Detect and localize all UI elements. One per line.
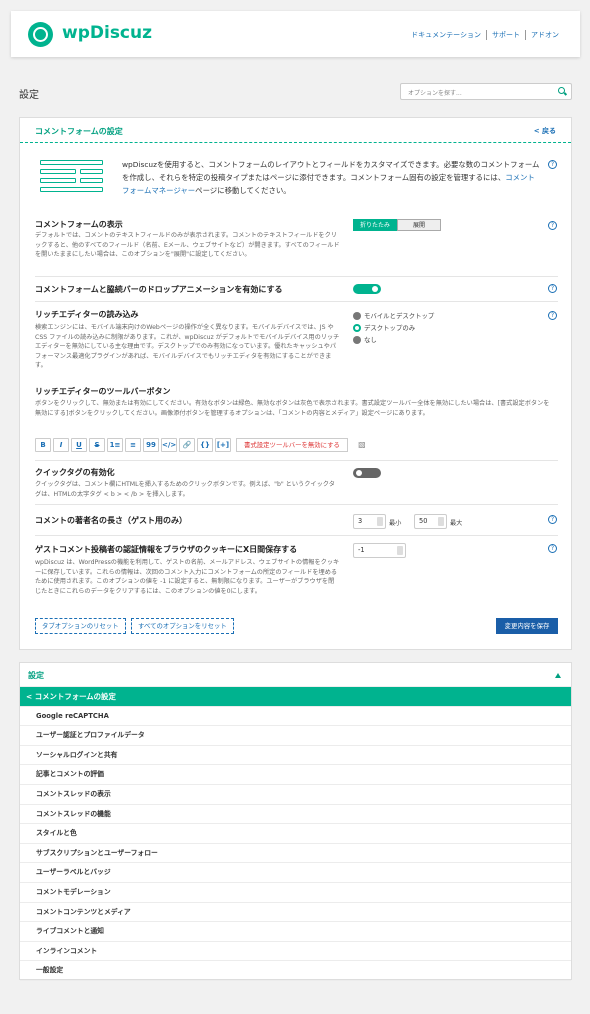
search-input[interactable]: オプションを探す... — [400, 83, 572, 100]
cookie-desc: wpDiscuz は、WordPressの機能を利用して、ゲストの名前、メールア… — [35, 559, 340, 595]
nav-list: < コメントフォームの設定 Google reCAPTCHA ユーザー認証とプロ… — [20, 687, 571, 981]
display-segmented: 折りたたみ 展開 — [353, 219, 441, 231]
image-icon[interactable]: ▧ — [354, 438, 370, 452]
help-icon[interactable]: ? — [548, 311, 557, 320]
help-icon[interactable]: ? — [548, 284, 557, 293]
help-icon[interactable]: ? — [548, 515, 557, 524]
nav-title: 設定 — [28, 671, 44, 680]
name-length-title: コメントの著者名の長さ（ゲスト用のみ） — [35, 516, 187, 525]
save-button[interactable]: 変更内容を保存 — [496, 618, 558, 634]
rich-editor-desc: 検索エンジンには、モバイル端末向けのWebページの操作が全く異なります。モバイル… — [35, 324, 340, 369]
collapse-option[interactable]: 折りたたみ — [353, 219, 397, 231]
form-illustration-icon — [40, 160, 103, 192]
expand-option[interactable]: 展開 — [397, 219, 441, 231]
addons-link[interactable]: アドオン — [526, 30, 559, 40]
dropdown-anim-title: コメントフォームと脇続バーのドロップアニメーションを有効にする — [35, 285, 283, 294]
header-links: ドキュメンテーション サポート アドオン — [406, 30, 559, 40]
help-icon[interactable]: ? — [548, 160, 557, 169]
rich-editor-title: リッチエディターの読み込み — [35, 310, 139, 319]
unordered-list-button[interactable]: ≡ — [125, 438, 141, 452]
min-label: 最小 — [389, 520, 402, 527]
nav-item-social[interactable]: ソーシャルログインと共有 — [20, 746, 571, 766]
nav-header[interactable]: 設定 — [20, 663, 571, 687]
wpdiscuz-logo-icon — [28, 22, 53, 47]
search-placeholder: オプションを探す... — [408, 90, 462, 97]
divider — [35, 504, 558, 505]
logo-text: wpDiscuz — [62, 23, 153, 43]
toolbar-buttons: B I U S 1≡ ≡ 99 </> 🔗 {} [+] 書式設定ツールバーを無… — [35, 438, 370, 452]
quicktags-toggle[interactable] — [353, 468, 381, 478]
docs-link[interactable]: ドキュメンテーション — [406, 30, 487, 40]
help-icon[interactable]: ? — [548, 544, 557, 553]
radio-desktop-only[interactable]: デスクトップのみ — [353, 323, 415, 332]
page-title: 設定 — [19, 90, 39, 101]
quicktags-title: クイックタグの有効化 — [35, 468, 115, 477]
section-header: コメントフォームの設定 < 戻る — [20, 118, 571, 143]
nav-item-styles[interactable]: スタイルと色 — [20, 824, 571, 844]
nav-item-general[interactable]: 一般設定 — [20, 961, 571, 981]
code-button[interactable]: </> — [161, 438, 177, 452]
divider — [35, 460, 558, 461]
nav-item-user-auth[interactable]: ユーザー認証とプロファイルデータ — [20, 726, 571, 746]
spoiler-button[interactable]: [+] — [215, 438, 231, 452]
quote-button[interactable]: 99 — [143, 438, 159, 452]
ordered-list-button[interactable]: 1≡ — [107, 438, 123, 452]
underline-button[interactable]: U — [71, 438, 87, 452]
intro-text: wpDiscuzを使用すると、コメントフォームのレイアウトとフィールドをカスタマ… — [122, 160, 540, 195]
quicktags-desc: クイックタグは、コメント欄にHTMLを挿入するためのクリックボタンです。例えば、… — [35, 481, 335, 498]
top-header: wpDiscuz ドキュメンテーション サポート アドオン — [11, 11, 580, 57]
nav-item-inline[interactable]: インラインコメント — [20, 942, 571, 962]
collapse-up-icon[interactable] — [555, 673, 561, 678]
nav-item-rating[interactable]: 記事とコメントの評価 — [20, 765, 571, 785]
italic-button[interactable]: I — [53, 438, 69, 452]
link-button[interactable]: 🔗 — [179, 438, 195, 452]
nav-item-thread-features[interactable]: コメントスレッドの機能 — [20, 805, 571, 825]
toolbar-desc: ボタンをクリックして、無効または有効にしてください。有効なボタンは緑色、無効なボ… — [35, 400, 550, 417]
strike-button[interactable]: S — [89, 438, 105, 452]
radio-none[interactable]: なし — [353, 335, 377, 344]
nav-item-moderation[interactable]: コメントモデレーション — [20, 883, 571, 903]
divider — [35, 276, 558, 277]
max-length-input[interactable]: 50 — [414, 514, 447, 529]
max-label: 最大 — [450, 520, 463, 527]
bold-button[interactable]: B — [35, 438, 51, 452]
display-desc: デフォルトでは、コメントのテキストフィールドのみが表示されます。コメントのテキス… — [35, 232, 340, 258]
section-title: コメントフォームの設定 — [35, 127, 123, 136]
source-code-button[interactable]: {} — [197, 438, 213, 452]
nav-item-content-media[interactable]: コメントコンテンツとメディア — [20, 903, 571, 923]
nav-item-live[interactable]: ライブコメントと通知 — [20, 922, 571, 942]
nav-item-recaptcha[interactable]: Google reCAPTCHA — [20, 707, 571, 727]
cookie-days-input[interactable]: -1 — [353, 543, 406, 558]
disable-toolbar-button[interactable]: 書式設定ツールバーを無効にする — [236, 438, 348, 452]
toolbar-title: リッチエディターのツールバーボタン — [35, 387, 171, 396]
nav-item-thread-display[interactable]: コメントスレッドの表示 — [20, 785, 571, 805]
search-icon[interactable] — [558, 87, 565, 94]
help-icon[interactable]: ? — [548, 221, 557, 230]
nav-item-comment-form[interactable]: < コメントフォームの設定 — [20, 687, 571, 707]
min-length-input[interactable]: 3 — [353, 514, 386, 529]
back-link[interactable]: < 戻る — [534, 126, 556, 136]
settings-panel: コメントフォームの設定 < 戻る wpDiscuzを使用すると、コメントフォーム… — [19, 117, 572, 650]
radio-mobile-desktop[interactable]: モバイルとデスクトップ — [353, 311, 434, 320]
divider — [35, 535, 558, 536]
nav-item-subscription[interactable]: サブスクリプションとユーザーフォロー — [20, 844, 571, 864]
settings-nav: 設定 < コメントフォームの設定 Google reCAPTCHA ユーザー認証… — [19, 662, 572, 981]
reset-all-button[interactable]: すべてのオプションをリセット — [131, 618, 234, 634]
reset-tab-button[interactable]: タブオプションのリセット — [35, 618, 126, 634]
divider — [35, 301, 558, 302]
support-link[interactable]: サポート — [487, 30, 526, 40]
cookie-title: ゲストコメント投稿者の認証情報をブラウザのクッキーにX日間保存する — [35, 545, 298, 554]
display-title: コメントフォームの表示 — [35, 220, 123, 229]
dropdown-anim-toggle[interactable] — [353, 284, 381, 294]
nav-item-labels[interactable]: ユーザーラベルとバッジ — [20, 863, 571, 883]
